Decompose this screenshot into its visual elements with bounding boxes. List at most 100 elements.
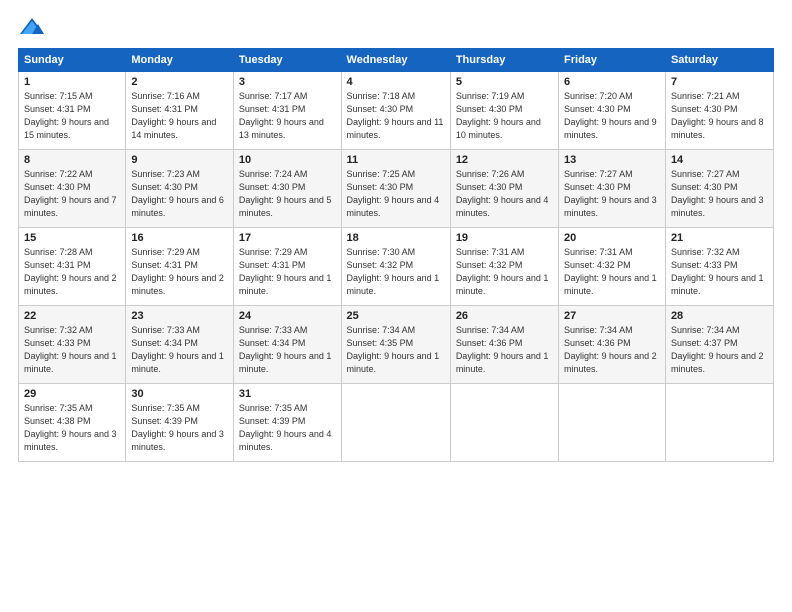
day-info: Sunrise: 7:21 AMSunset: 4:30 PMDaylight:… <box>671 90 768 142</box>
day-info: Sunrise: 7:17 AMSunset: 4:31 PMDaylight:… <box>239 90 336 142</box>
week-row-2: 8 Sunrise: 7:22 AMSunset: 4:30 PMDaylight… <box>19 150 774 228</box>
day-cell: 21Sunrise: 7:32 AMSunset: 4:33 PMDayligh… <box>665 228 773 306</box>
day-number: 15 <box>24 232 120 244</box>
day-info: Sunrise: 7:34 AMSunset: 4:36 PMDaylight:… <box>564 324 660 376</box>
day-cell <box>341 384 450 462</box>
day-number: 6 <box>564 76 660 88</box>
day-cell: 13Sunrise: 7:27 AMSunset: 4:30 PMDayligh… <box>559 150 666 228</box>
day-cell: 1 Sunrise: 7:15 AMSunset: 4:31 PMDaylight… <box>19 72 126 150</box>
day-cell: 20 Sunrise: 7:31 AMSunset: 4:32 PMDayligh… <box>559 228 666 306</box>
day-info: Sunrise: 7:35 AMSunset: 4:39 PMDaylight:… <box>239 402 336 454</box>
day-cell: 15 Sunrise: 7:28 AMSunset: 4:31 PMDayligh… <box>19 228 126 306</box>
day-cell: 19 Sunrise: 7:31 AMSunset: 4:32 PMDayligh… <box>450 228 558 306</box>
header-day-thursday: Thursday <box>450 49 558 72</box>
day-cell: 6 Sunrise: 7:20 AMSunset: 4:30 PMDaylight… <box>559 72 666 150</box>
day-number: 11 <box>347 154 445 166</box>
day-number: 20 <box>564 232 660 244</box>
day-number: 16 <box>131 232 228 244</box>
week-row-3: 15 Sunrise: 7:28 AMSunset: 4:31 PMDayligh… <box>19 228 774 306</box>
header <box>18 16 774 38</box>
day-info: Sunrise: 7:31 AMSunset: 4:32 PMDaylight:… <box>456 246 553 298</box>
day-info: Sunrise: 7:33 AMSunset: 4:34 PMDaylight:… <box>239 324 336 376</box>
day-number: 29 <box>24 388 120 400</box>
day-cell: 5Sunrise: 7:19 AMSunset: 4:30 PMDaylight… <box>450 72 558 150</box>
day-info: Sunrise: 7:35 AMSunset: 4:39 PMDaylight:… <box>131 402 228 454</box>
week-row-4: 22 Sunrise: 7:32 AMSunset: 4:33 PMDayligh… <box>19 306 774 384</box>
day-cell: 28 Sunrise: 7:34 AMSunset: 4:37 PMDayligh… <box>665 306 773 384</box>
calendar-table: SundayMondayTuesdayWednesdayThursdayFrid… <box>18 48 774 462</box>
day-cell: 2 Sunrise: 7:16 AMSunset: 4:31 PMDaylight… <box>126 72 234 150</box>
day-number: 9 <box>131 154 228 166</box>
day-info: Sunrise: 7:34 AMSunset: 4:35 PMDaylight:… <box>347 324 445 376</box>
day-info: Sunrise: 7:16 AMSunset: 4:31 PMDaylight:… <box>131 90 228 142</box>
day-cell: 7 Sunrise: 7:21 AMSunset: 4:30 PMDaylight… <box>665 72 773 150</box>
day-cell: 14Sunrise: 7:27 AMSunset: 4:30 PMDayligh… <box>665 150 773 228</box>
day-number: 25 <box>347 310 445 322</box>
day-number: 27 <box>564 310 660 322</box>
day-cell: 9 Sunrise: 7:23 AMSunset: 4:30 PMDaylight… <box>126 150 234 228</box>
day-info: Sunrise: 7:34 AMSunset: 4:36 PMDaylight:… <box>456 324 553 376</box>
day-number: 7 <box>671 76 768 88</box>
day-info: Sunrise: 7:34 AMSunset: 4:37 PMDaylight:… <box>671 324 768 376</box>
day-number: 1 <box>24 76 120 88</box>
day-info: Sunrise: 7:35 AMSunset: 4:38 PMDaylight:… <box>24 402 120 454</box>
day-cell: 4Sunrise: 7:18 AMSunset: 4:30 PMDaylight… <box>341 72 450 150</box>
day-number: 28 <box>671 310 768 322</box>
day-cell: 17Sunrise: 7:29 AMSunset: 4:31 PMDayligh… <box>233 228 341 306</box>
day-cell: 23 Sunrise: 7:33 AMSunset: 4:34 PMDayligh… <box>126 306 234 384</box>
day-info: Sunrise: 7:22 AMSunset: 4:30 PMDaylight:… <box>24 168 120 220</box>
day-info: Sunrise: 7:20 AMSunset: 4:30 PMDaylight:… <box>564 90 660 142</box>
day-number: 24 <box>239 310 336 322</box>
day-info: Sunrise: 7:28 AMSunset: 4:31 PMDaylight:… <box>24 246 120 298</box>
header-day-tuesday: Tuesday <box>233 49 341 72</box>
day-number: 13 <box>564 154 660 166</box>
day-cell <box>559 384 666 462</box>
day-cell: 10Sunrise: 7:24 AMSunset: 4:30 PMDayligh… <box>233 150 341 228</box>
header-day-wednesday: Wednesday <box>341 49 450 72</box>
day-info: Sunrise: 7:29 AMSunset: 4:31 PMDaylight:… <box>131 246 228 298</box>
day-info: Sunrise: 7:23 AMSunset: 4:30 PMDaylight:… <box>131 168 228 220</box>
day-number: 23 <box>131 310 228 322</box>
day-cell: 31 Sunrise: 7:35 AMSunset: 4:39 PMDayligh… <box>233 384 341 462</box>
day-cell: 27 Sunrise: 7:34 AMSunset: 4:36 PMDayligh… <box>559 306 666 384</box>
day-cell: 12 Sunrise: 7:26 AMSunset: 4:30 PMDayligh… <box>450 150 558 228</box>
header-day-sunday: Sunday <box>19 49 126 72</box>
day-number: 17 <box>239 232 336 244</box>
day-number: 8 <box>24 154 120 166</box>
day-cell: 18Sunrise: 7:30 AMSunset: 4:32 PMDayligh… <box>341 228 450 306</box>
day-cell: 8 Sunrise: 7:22 AMSunset: 4:30 PMDaylight… <box>19 150 126 228</box>
day-info: Sunrise: 7:25 AMSunset: 4:30 PMDaylight:… <box>347 168 445 220</box>
day-number: 10 <box>239 154 336 166</box>
day-number: 2 <box>131 76 228 88</box>
day-cell: 29 Sunrise: 7:35 AMSunset: 4:38 PMDayligh… <box>19 384 126 462</box>
week-row-5: 29 Sunrise: 7:35 AMSunset: 4:38 PMDayligh… <box>19 384 774 462</box>
day-number: 14 <box>671 154 768 166</box>
day-number: 19 <box>456 232 553 244</box>
day-number: 31 <box>239 388 336 400</box>
day-cell <box>665 384 773 462</box>
day-cell: 11 Sunrise: 7:25 AMSunset: 4:30 PMDayligh… <box>341 150 450 228</box>
day-number: 12 <box>456 154 553 166</box>
day-info: Sunrise: 7:26 AMSunset: 4:30 PMDaylight:… <box>456 168 553 220</box>
logo-icon <box>18 16 46 38</box>
day-number: 26 <box>456 310 553 322</box>
day-cell <box>450 384 558 462</box>
day-info: Sunrise: 7:15 AMSunset: 4:31 PMDaylight:… <box>24 90 120 142</box>
day-info: Sunrise: 7:19 AMSunset: 4:30 PMDaylight:… <box>456 90 553 142</box>
day-info: Sunrise: 7:31 AMSunset: 4:32 PMDaylight:… <box>564 246 660 298</box>
day-cell: 3Sunrise: 7:17 AMSunset: 4:31 PMDaylight… <box>233 72 341 150</box>
header-day-friday: Friday <box>559 49 666 72</box>
day-cell: 22 Sunrise: 7:32 AMSunset: 4:33 PMDayligh… <box>19 306 126 384</box>
day-info: Sunrise: 7:18 AMSunset: 4:30 PMDaylight:… <box>347 90 445 142</box>
day-info: Sunrise: 7:32 AMSunset: 4:33 PMDaylight:… <box>24 324 120 376</box>
day-info: Sunrise: 7:33 AMSunset: 4:34 PMDaylight:… <box>131 324 228 376</box>
header-day-monday: Monday <box>126 49 234 72</box>
day-cell: 25 Sunrise: 7:34 AMSunset: 4:35 PMDayligh… <box>341 306 450 384</box>
week-row-1: 1 Sunrise: 7:15 AMSunset: 4:31 PMDaylight… <box>19 72 774 150</box>
day-cell: 24 Sunrise: 7:33 AMSunset: 4:34 PMDayligh… <box>233 306 341 384</box>
day-cell: 26 Sunrise: 7:34 AMSunset: 4:36 PMDayligh… <box>450 306 558 384</box>
day-number: 22 <box>24 310 120 322</box>
header-day-saturday: Saturday <box>665 49 773 72</box>
day-info: Sunrise: 7:30 AMSunset: 4:32 PMDaylight:… <box>347 246 445 298</box>
page: SundayMondayTuesdayWednesdayThursdayFrid… <box>0 0 792 472</box>
